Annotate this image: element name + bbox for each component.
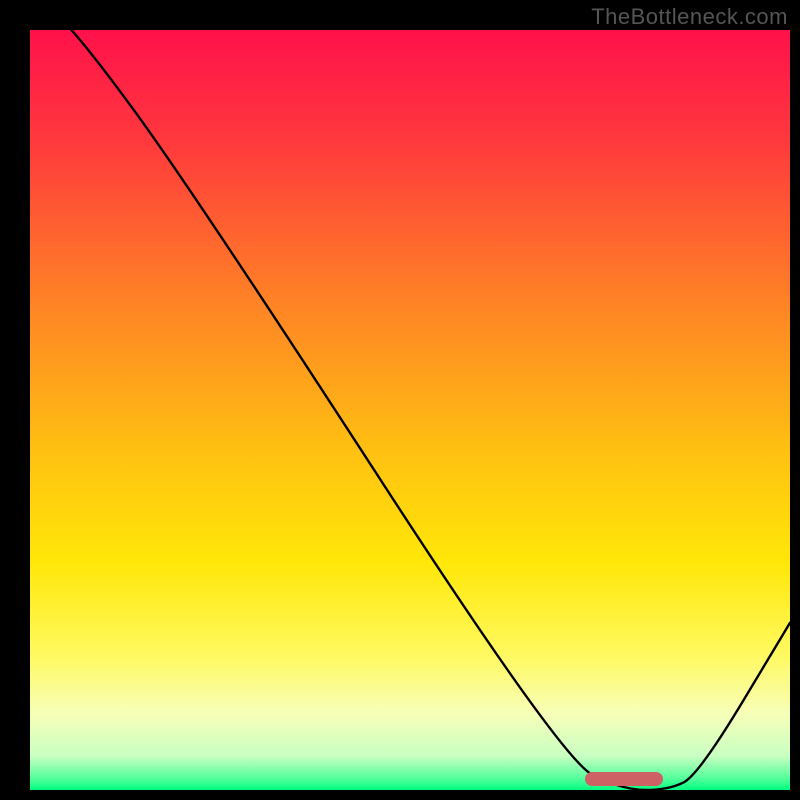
chart-svg: [30, 30, 790, 790]
optimal-marker: [585, 772, 663, 786]
gradient-fill: [30, 30, 790, 790]
chart-frame: TheBottleneck.com: [0, 0, 800, 800]
plot-area: [30, 30, 790, 790]
watermark-text: TheBottleneck.com: [591, 4, 788, 30]
